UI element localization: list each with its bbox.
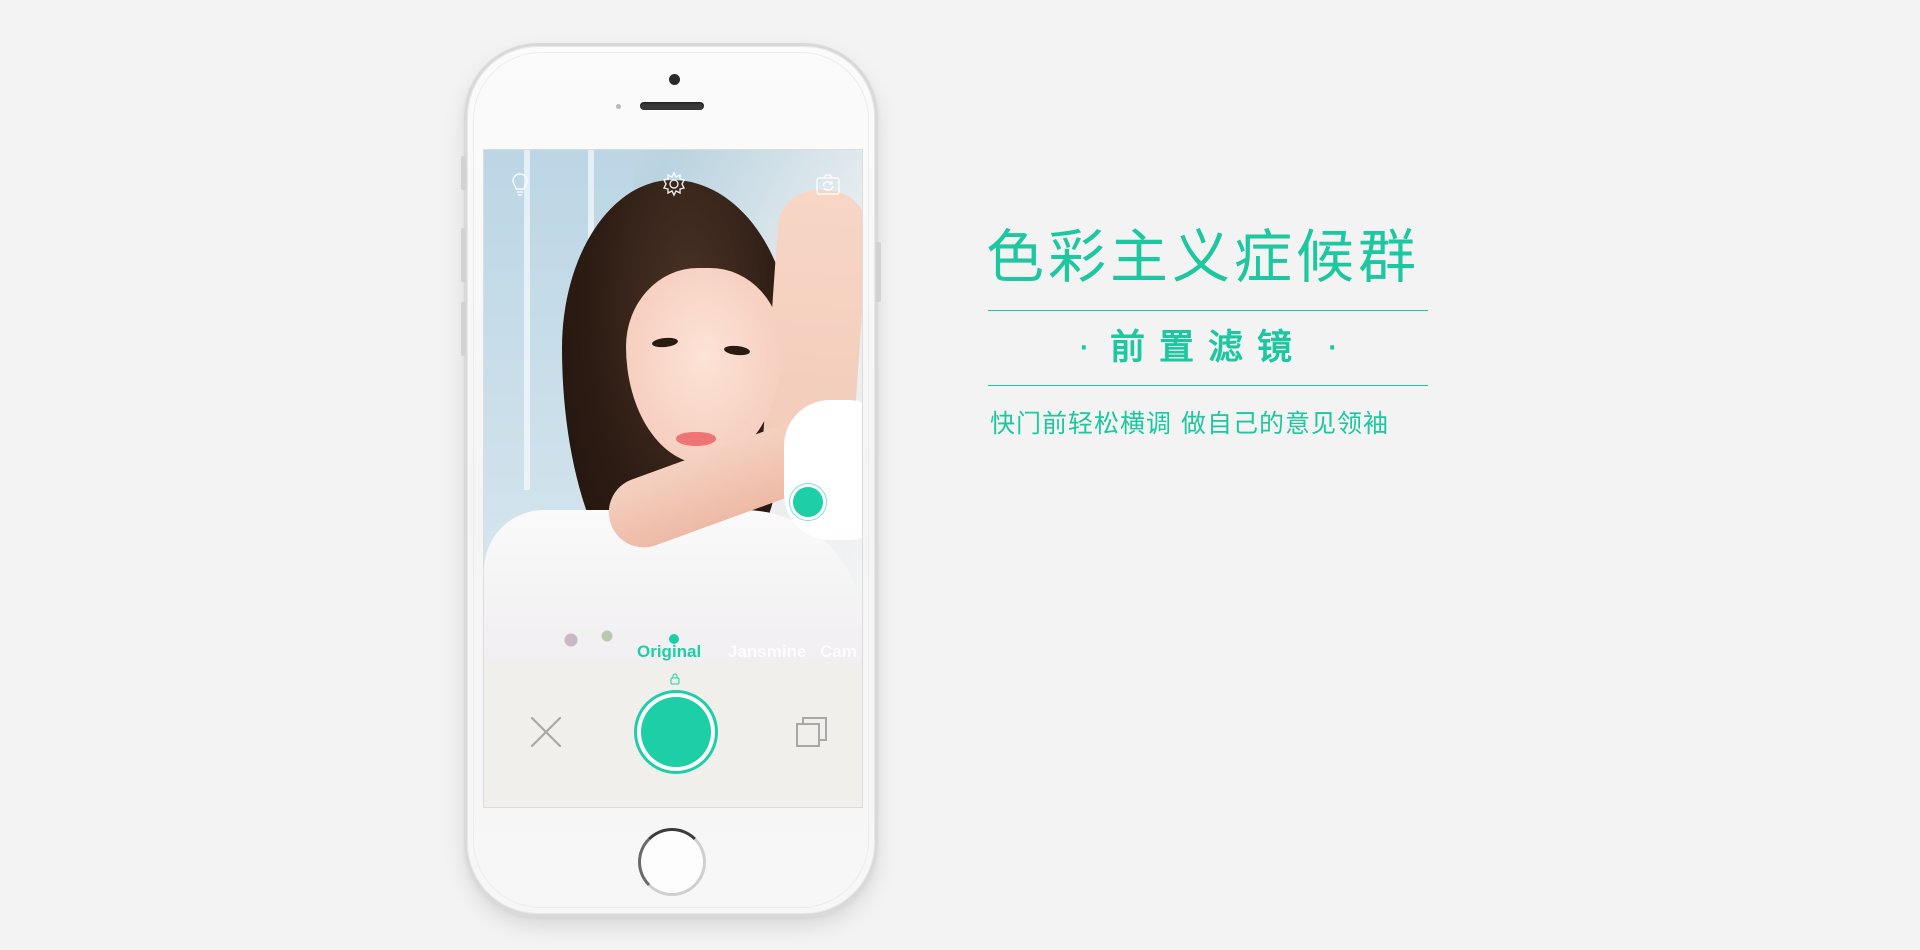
promo-subtitle: 前置滤镜 [1109, 328, 1306, 368]
power-button [876, 242, 881, 302]
filter-item-cam[interactable]: Cam [820, 642, 857, 662]
filter-selector[interactable]: Original Jansmine Cam [484, 628, 862, 662]
promo-tagline: 快门前轻松横调 做自己的意见领袖 [990, 409, 1389, 438]
gallery-icon[interactable] [794, 714, 830, 750]
promo-block: 色彩主义症候群 · 前置滤镜 · 快门前轻松横调 做自己的意见领袖 [986, 228, 1430, 440]
camera-viewfinder[interactable]: Original Jansmine Cam [484, 150, 862, 662]
filter-item-jansmine[interactable]: Jansmine [728, 642, 806, 662]
viewfinder-photo-window-bar [524, 150, 530, 490]
proximity-sensor [616, 104, 621, 109]
divider-bottom [988, 385, 1428, 386]
phone-screen: Original Jansmine Cam [483, 149, 863, 808]
camera-switch-icon[interactable] [814, 170, 842, 198]
volume-down-button [461, 302, 466, 356]
close-icon[interactable] [526, 712, 566, 752]
divider-top [988, 310, 1428, 311]
camera-controls [484, 662, 862, 807]
mute-switch [461, 156, 466, 190]
shutter-button[interactable] [634, 690, 718, 774]
subtitle-dot-left: · [1079, 336, 1088, 361]
shutter-button-core [641, 697, 711, 767]
promo-subtitle-row: · 前置滤镜 · [986, 328, 1430, 368]
viewfinder-photo-lips [676, 432, 716, 446]
stage: Original Jansmine Cam 色彩主义症候群 · 前置滤镜 · 快… [0, 0, 1920, 950]
volume-up-button [461, 228, 466, 282]
subtitle-dot-right: · [1328, 336, 1337, 361]
viewfinder-photo-sleeve [784, 400, 862, 540]
lock-icon[interactable] [669, 670, 681, 685]
flash-icon[interactable] [506, 170, 534, 198]
promo-title: 色彩主义症候群 [986, 223, 1421, 291]
phone-mockup: Original Jansmine Cam [461, 43, 881, 917]
filter-item-original[interactable]: Original [637, 642, 701, 662]
front-camera [669, 74, 680, 85]
earpiece-speaker [640, 102, 704, 110]
home-button[interactable] [638, 828, 706, 896]
focus-point-indicator[interactable] [790, 484, 826, 520]
settings-icon[interactable] [660, 170, 688, 198]
